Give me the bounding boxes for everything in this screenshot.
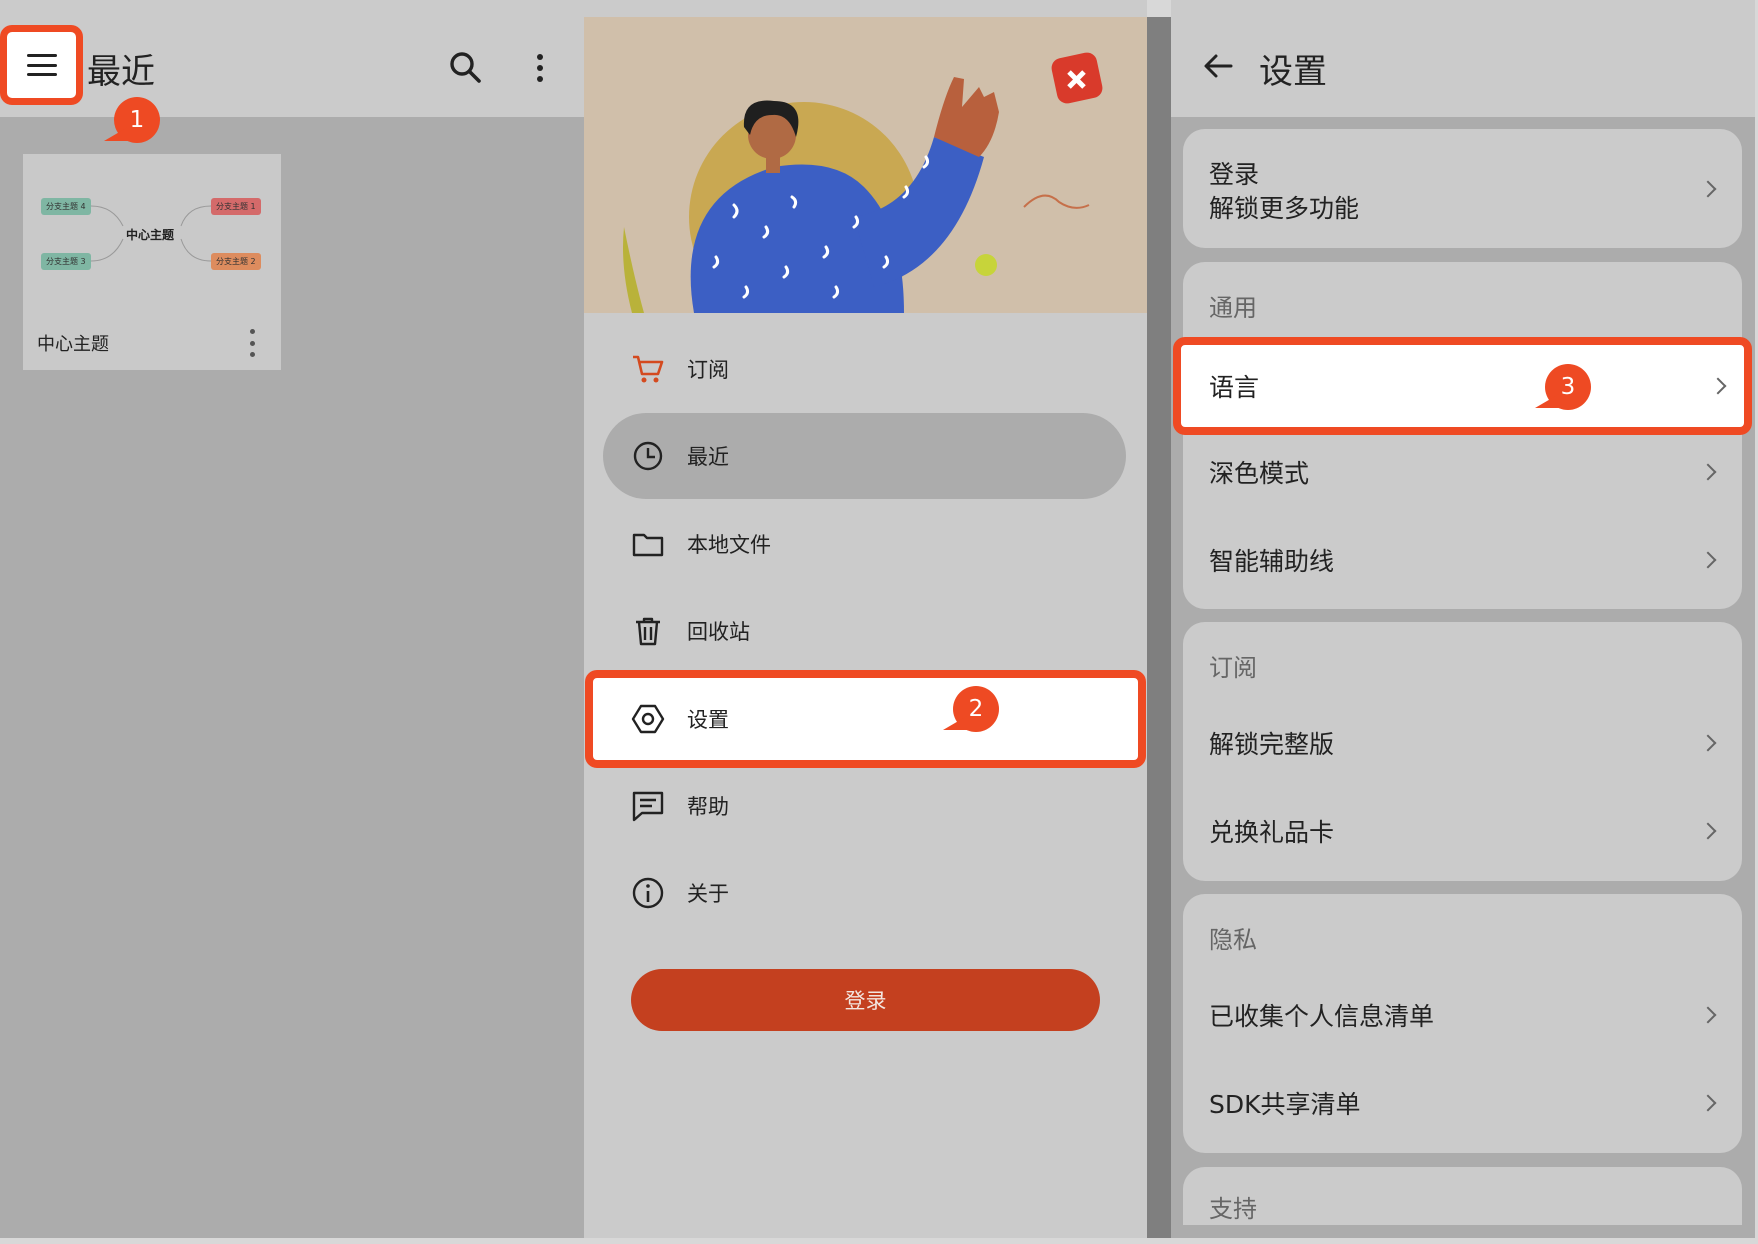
drawer-item-help[interactable]: 帮助	[584, 763, 1147, 849]
row-label: SDK共享清单	[1209, 1090, 1361, 1119]
settings-panel: 设置 登录 解锁更多功能 通用 语言 深色模式 智能辅助线 订阅 解锁完整版 兑…	[1171, 0, 1755, 1238]
card-more-icon[interactable]	[247, 329, 257, 357]
settings-row-personal-info-list[interactable]: 已收集个人信息清单	[1183, 971, 1742, 1059]
bottom-strip	[0, 1238, 1758, 1244]
row-label: 已收集个人信息清单	[1209, 1002, 1435, 1031]
chevron-right-icon	[1709, 377, 1727, 395]
row-label: 智能辅助线	[1209, 547, 1335, 576]
cart-icon	[631, 352, 665, 386]
drawer-item-recent[interactable]: 最近	[603, 413, 1126, 499]
chevron-right-icon	[1699, 1094, 1717, 1112]
drawer-item-label: 最近	[687, 445, 729, 469]
drawer-item-local-files[interactable]: 本地文件	[584, 501, 1147, 587]
row-label: 解锁完整版	[1209, 730, 1335, 759]
chevron-right-icon	[1699, 180, 1717, 197]
drawer-item-label: 本地文件	[687, 533, 771, 557]
chevron-right-icon	[1699, 551, 1717, 569]
settings-login-row[interactable]: 登录 解锁更多功能	[1183, 129, 1742, 248]
chevron-right-icon	[1699, 1006, 1717, 1024]
drawer-item-settings[interactable]: 设置	[585, 670, 1146, 768]
back-button[interactable]	[1201, 48, 1237, 84]
search-button[interactable]	[446, 48, 486, 88]
navigation-drawer: 订阅 最近 本地文件 回收站 设置 2 帮助 关于 登录	[584, 0, 1147, 1238]
login-row-title: 登录	[1209, 160, 1260, 189]
row-label: 兑换礼品卡	[1209, 818, 1335, 847]
back-arrow-icon	[1204, 54, 1233, 78]
panel-divider	[1147, 17, 1171, 1238]
help-chat-icon	[631, 789, 665, 823]
row-label: 深色模式	[1209, 459, 1310, 488]
login-button[interactable]: 登录	[631, 969, 1100, 1031]
drawer-item-subscription[interactable]: 订阅	[584, 326, 1147, 412]
settings-row-sdk-list[interactable]: SDK共享清单	[1183, 1059, 1742, 1147]
menu-button[interactable]	[0, 25, 83, 105]
recent-panel: 最近 1 分支主题 4 分支主题 1 分支主题 3 分支主题 2 中心主题 中心…	[0, 0, 584, 1238]
person-waving-illustration	[584, 17, 1147, 313]
settings-row-dark-mode[interactable]: 深色模式	[1183, 428, 1742, 516]
chevron-right-icon	[1699, 463, 1717, 481]
page-title: 设置	[1259, 52, 1327, 92]
chevron-right-icon	[1699, 734, 1717, 752]
group-header: 订阅	[1209, 654, 1257, 682]
group-header: 通用	[1209, 294, 1257, 322]
settings-group-privacy: 隐私 已收集个人信息清单 SDK共享清单	[1183, 894, 1742, 1153]
trash-icon	[631, 614, 665, 648]
mindmap-node: 分支主题 3	[41, 253, 91, 270]
card-title: 中心主题	[37, 334, 109, 355]
mindmap-node: 分支主题 1	[211, 198, 261, 215]
mindmap-node: 分支主题 4	[41, 198, 91, 215]
drawer-header-illustration	[584, 17, 1147, 313]
drawer-item-label: 订阅	[687, 358, 729, 382]
settings-row-gift-card[interactable]: 兑换礼品卡	[1183, 787, 1742, 875]
settings-group-subscription: 订阅 解锁完整版 兑换礼品卡	[1183, 622, 1742, 881]
chevron-right-icon	[1699, 822, 1717, 840]
step-marker-2: 2	[953, 686, 999, 732]
group-header: 隐私	[1209, 926, 1257, 954]
settings-group-support: 支持	[1183, 1167, 1742, 1225]
settings-row-language[interactable]: 语言	[1173, 337, 1752, 435]
drawer-item-label: 设置	[687, 708, 729, 732]
search-icon	[450, 52, 481, 83]
clock-icon	[631, 439, 665, 473]
mindmap-center-node: 中心主题	[126, 228, 175, 242]
page-title: 最近	[87, 52, 155, 92]
settings-row-smart-guides[interactable]: 智能辅助线	[1183, 516, 1742, 604]
folder-icon	[631, 527, 665, 561]
login-row-subtitle: 解锁更多功能	[1209, 194, 1360, 223]
settings-row-unlock-full[interactable]: 解锁完整版	[1183, 699, 1742, 787]
drawer-item-trash[interactable]: 回收站	[584, 588, 1147, 674]
mindmap-node: 分支主题 2	[211, 253, 261, 270]
drawer-item-label: 帮助	[687, 795, 729, 819]
more-options-icon[interactable]	[532, 48, 548, 88]
step-marker-1: 1	[114, 97, 160, 143]
drawer-item-label: 关于	[687, 882, 729, 906]
recent-top-bar: 最近	[0, 0, 584, 117]
drawer-item-about[interactable]: 关于	[584, 850, 1147, 936]
settings-group-general: 通用 语言 深色模式 智能辅助线	[1173, 262, 1752, 609]
mindmap-card[interactable]: 分支主题 4 分支主题 1 分支主题 3 分支主题 2 中心主题 中心主题	[23, 154, 281, 370]
mindmap-thumbnail: 分支主题 4 分支主题 1 分支主题 3 分支主题 2 中心主题	[23, 154, 281, 314]
info-icon	[631, 876, 665, 910]
hamburger-icon	[26, 54, 57, 76]
settings-top-bar: 设置	[1171, 0, 1755, 117]
row-label: 语言	[1209, 373, 1260, 402]
step-marker-3: 3	[1545, 364, 1591, 410]
group-header: 支持	[1209, 1195, 1257, 1223]
drawer-item-label: 回收站	[687, 620, 750, 644]
settings-icon	[631, 702, 665, 736]
